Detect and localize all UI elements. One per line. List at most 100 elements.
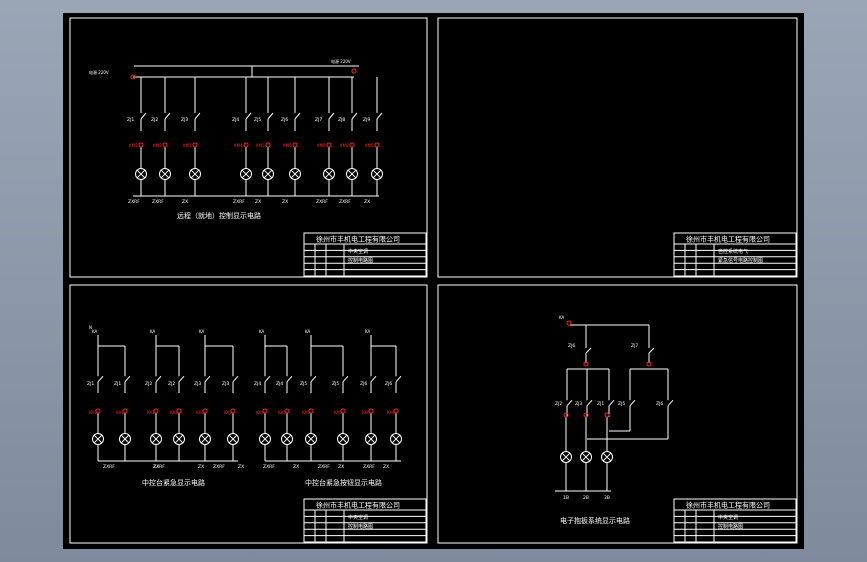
relay-label: ZJ2	[151, 117, 158, 123]
terminal	[566, 320, 572, 326]
title-block-1: 徐州市丰机电工程有限公司中央空调控制电路图	[303, 232, 427, 277]
panel3-left-title: 中控台紧急显示电路	[142, 478, 205, 487]
terminal	[374, 142, 380, 148]
terminal-label: KM2	[153, 143, 162, 148]
supply-label: KA	[92, 329, 98, 334]
title-block-2: 徐州市丰机电工程有限公司自控系统电气紧急信号电路控制图	[673, 232, 797, 277]
lamp-label: ZX	[338, 464, 344, 470]
relay-label: ZJ4	[254, 381, 261, 387]
drawing-name: 控制电路图	[718, 523, 743, 530]
switch-blade	[370, 375, 377, 383]
terminal-label: KA2	[170, 410, 178, 415]
title-block-4: 徐州市丰机电工程有限公司中央空调控制电路图	[673, 498, 797, 543]
drawing-name: 紧急信号电路控制图	[718, 257, 763, 264]
relay-label: ZJ6	[656, 401, 663, 407]
lamp-label: ZXRF	[318, 464, 330, 470]
switch-blade	[342, 375, 349, 383]
switch-blade	[155, 375, 162, 383]
switch-blade	[194, 112, 201, 120]
relay-label: ZJ8	[338, 117, 345, 123]
supply-label: 电源 220V	[331, 58, 351, 64]
terminal-label: KA4	[256, 410, 264, 415]
switch-blade	[294, 112, 301, 120]
switch-blade	[585, 347, 592, 354]
relay-label: ZJ5	[254, 117, 261, 123]
panel1-title: 远程（就地）控制显示电路	[177, 211, 261, 220]
bottom-label: 1B	[563, 495, 569, 501]
switch-blade	[310, 375, 317, 383]
relay-label: ZJ4	[276, 381, 283, 387]
switch-blade	[586, 399, 593, 407]
supply-label: KA	[559, 315, 565, 320]
title-block-3: 徐州市丰机电工程有限公司中央空调控制电路图	[303, 498, 427, 543]
relay-label: ZJ6	[385, 381, 392, 387]
supply-label: KA	[259, 329, 265, 334]
lamp-label: ZXRF	[213, 464, 225, 470]
supply-label: KA	[150, 329, 156, 334]
lamp-label: ZX	[198, 464, 204, 470]
switch-blade	[124, 375, 131, 383]
terminal-label: KA2	[147, 410, 155, 415]
terminal-label: KM8	[340, 143, 349, 148]
drawing-canvas: 电源 220V 电源 220V ZJ1 KM1 ZXRF ZJ2 KM2 ZXRF ZJ3 KM3…	[63, 13, 804, 549]
terminal-label: KA5	[334, 410, 342, 415]
terminal-label: KA3	[224, 410, 232, 415]
terminal-label: KM7	[317, 143, 326, 148]
terminal-label: KA4	[278, 410, 286, 415]
lamp-label: ZX	[364, 199, 370, 205]
bottom-label: 3B	[604, 495, 610, 501]
switch-blade	[376, 112, 383, 120]
relay-label: ZJ6	[360, 381, 367, 387]
lamp-label: ZXRF	[263, 464, 275, 470]
switch-blade	[328, 112, 335, 120]
relay-label: ZJ9	[363, 117, 370, 123]
relay-label: ZJ2	[555, 401, 562, 407]
lamp-label: ZXRF	[363, 464, 375, 470]
switch-blade	[178, 375, 185, 383]
relay-label: ZJ1	[114, 381, 121, 387]
terminal-label: KM4	[234, 143, 243, 148]
terminal-label: KA1	[89, 410, 97, 415]
switch-blade	[667, 399, 674, 407]
supply-label: N	[89, 325, 92, 330]
relay-label: ZJ1	[597, 401, 604, 407]
relay-label: ZJ1	[87, 381, 94, 387]
terminal-label: KM3	[183, 143, 192, 148]
switch-blade	[608, 399, 615, 407]
terminal	[326, 142, 332, 148]
switch-blade	[97, 375, 104, 383]
relay-label: ZJ7	[315, 117, 322, 123]
lamp-label: ZX	[182, 199, 188, 205]
switch-blade	[566, 399, 573, 407]
relay-label: ZJ5	[300, 381, 307, 387]
lamp-label: ZXRF	[316, 199, 328, 205]
bottom-label: 2B	[583, 495, 589, 501]
lamp-label: ZXRF	[153, 464, 165, 470]
panel4-title: 电子抱扳系统显示电路	[560, 516, 630, 525]
project-name: 中央空调	[348, 514, 368, 521]
supply-label: KA	[305, 329, 311, 334]
terminal-label: KA6	[387, 410, 395, 415]
switch-blade	[204, 375, 211, 383]
switch-blade	[395, 375, 402, 383]
terminal-label: KM1	[129, 143, 138, 148]
relay-label: ZJ3	[575, 401, 582, 407]
drawing-name: 控制电路图	[348, 523, 373, 530]
terminal-label: KA3	[196, 410, 204, 415]
terminal	[243, 142, 249, 148]
switch-blade	[232, 375, 239, 383]
project-name: 中央空调	[718, 514, 738, 521]
relay-label: ZJ6	[281, 117, 288, 123]
terminal	[349, 142, 355, 148]
switch-blade	[286, 375, 293, 383]
supply-label: KA	[199, 329, 205, 334]
panel3-right-title: 中控台紧急按钮显示电路	[305, 478, 382, 487]
relay-label: ZJ3	[222, 381, 229, 387]
lamp-label: ZXRF	[233, 199, 245, 205]
terminal-label: KA6	[362, 410, 370, 415]
lamp-label: ZX	[383, 464, 389, 470]
relay-label: ZJ5	[618, 401, 625, 407]
terminal-label: KA5	[302, 410, 310, 415]
lamp-label: ZX	[238, 464, 244, 470]
switch-blade	[648, 347, 655, 354]
